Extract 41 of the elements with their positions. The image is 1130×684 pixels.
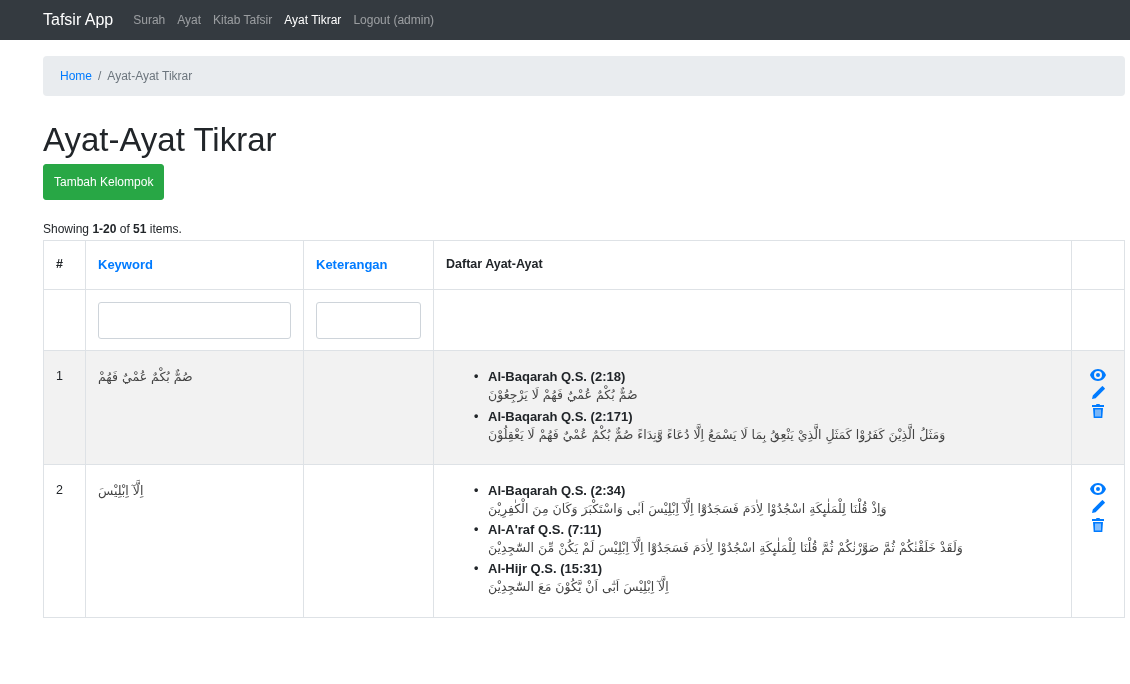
filter-field[interactable]: [98, 301, 291, 339]
filter-field[interactable]: [316, 301, 421, 339]
nav-link[interactable]: Ayat Tikrar: [284, 13, 342, 27]
view-icon[interactable]: [1090, 369, 1106, 382]
brand-link[interactable]: Tafsir App: [43, 11, 114, 29]
sort-link[interactable]: Keyword: [98, 257, 153, 273]
ayat-reference: Al-Baqarah Q.S. (2:34): [488, 482, 626, 498]
edit-icon[interactable]: [1091, 499, 1105, 513]
ayat-reference: Al-A'raf Q.S. (7:11): [488, 522, 602, 538]
nav-link[interactable]: Ayat: [177, 13, 202, 27]
breadcrumb-separator: /: [98, 69, 102, 83]
add-group-button[interactable]: Tambah Kelompok: [43, 164, 165, 201]
ayat-reference: Al-Baqarah Q.S. (2:18): [488, 369, 626, 385]
nav-link[interactable]: Logout (admin): [353, 13, 435, 27]
keyword-text: صُمٌّ بُكْمٌ عُمْيٌ فَهُمْ: [98, 369, 193, 385]
ayat-reference: Al-Baqarah Q.S. (2:171): [488, 408, 633, 424]
row-number: 1: [56, 369, 63, 384]
column-header: Daftar Ayat-Ayat: [446, 257, 543, 272]
bullet-mark: •: [474, 561, 479, 576]
row-number: 2: [56, 482, 63, 497]
bullet-mark: •: [474, 522, 479, 537]
sort-link[interactable]: Keterangan: [316, 257, 388, 273]
summary-text: Showing 1-20 of 51 items.: [43, 222, 183, 237]
nav-link[interactable]: Surah: [133, 13, 166, 27]
ayat-text: وَمَثَلُ الَّذِيْنَ كَفَرُوْا كَمَثَلِ الَّذِيْ يَنْعِقُ بِمَا لَا يَسْمَعُ اِلَّا دُعَاءً وَّنِدَاءً صُمٌّ بُكْمٌ عُمْيٌ فَهُمْ لَا يَعْقِلُوْنَ: [488, 426, 946, 442]
delete-icon[interactable]: [1092, 517, 1104, 532]
ayat-text: صُمٌّ بُكْمٌ عُمْيٌ فَهُمْ لَا يَرْجِعُوْنَ: [488, 387, 638, 403]
breadcrumb-current: Ayat-Ayat Tikrar: [107, 69, 193, 83]
keyword-text: اِلَّآ اِبْلِيْسَ: [98, 482, 144, 498]
delete-icon[interactable]: [1092, 404, 1104, 419]
bullet-mark: •: [474, 482, 479, 497]
column-header: #: [56, 257, 63, 272]
ayat-text: وَاِذْ قُلْنَا لِلْمَلٰىِٕكَةِ اسْجُدُوْا لِاٰدَمَ فَسَجَدُوْٓا اِلَّآ اِبْلِيْسَ اَبٰى وَاسْتَكْبَرَ وَكَانَ مِنَ الْكٰفِرِيْنَ: [488, 500, 887, 516]
edit-icon[interactable]: [1091, 386, 1105, 400]
nav-link[interactable]: Kitab Tafsir: [213, 13, 273, 27]
breadcrumb-link[interactable]: Home: [60, 69, 92, 83]
bullet-mark: •: [474, 408, 479, 423]
bullet-mark: •: [474, 369, 479, 384]
ayat-reference: Al-Hijr Q.S. (15:31): [488, 561, 603, 577]
page-title: Ayat-Ayat Tikrar: [43, 122, 278, 159]
view-icon[interactable]: [1090, 482, 1106, 495]
